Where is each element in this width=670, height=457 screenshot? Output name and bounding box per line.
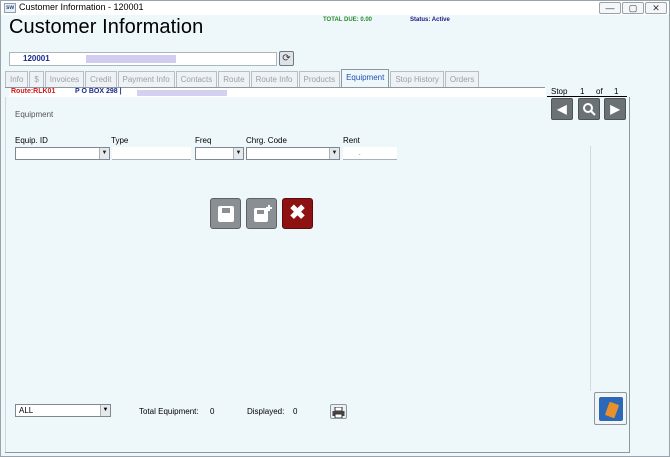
arrow-left-icon: ◀ xyxy=(557,102,567,116)
notes-button[interactable] xyxy=(594,392,627,425)
charge-code-label: Chrg. Code xyxy=(246,136,287,145)
tab-payment-info[interactable]: Payment Info xyxy=(117,71,175,87)
route-code: Route:RLK01 xyxy=(11,88,56,95)
tab-info[interactable]: Info xyxy=(5,71,29,87)
equip-id-label: Equip. ID xyxy=(15,136,48,145)
previous-stop-button[interactable]: ◀ xyxy=(551,98,573,120)
tab-bar: Info $ Invoices Credit Payment Info Cont… xyxy=(5,69,480,88)
tab-balance[interactable]: $ xyxy=(29,71,44,87)
route-address: P O BOX 298 | xyxy=(75,88,122,95)
status-badge: Status: Active xyxy=(410,17,450,23)
side-divider xyxy=(590,146,591,391)
customer-information-window: sw Customer Information - 120001 — ▢ ✕ C… xyxy=(0,0,670,457)
next-stop-button[interactable]: ▶ xyxy=(604,98,626,120)
equipment-filter-select[interactable]: ALL ▼ xyxy=(15,404,111,417)
chevron-down-icon: ▼ xyxy=(329,148,339,159)
refresh-button[interactable]: ⟳ xyxy=(279,51,294,66)
type-label: Type xyxy=(111,136,129,145)
total-due: TOTAL DUE: 0.00 xyxy=(323,17,373,23)
maximize-button[interactable]: ▢ xyxy=(622,2,644,14)
stop-of-label: of xyxy=(596,87,603,96)
rent-field[interactable] xyxy=(343,147,397,160)
tab-orders[interactable]: Orders xyxy=(444,71,480,87)
find-stop-button[interactable] xyxy=(578,98,600,120)
panel-right-border xyxy=(629,97,630,453)
close-button[interactable]: ✕ xyxy=(645,2,667,14)
chevron-down-icon: ▼ xyxy=(99,148,109,159)
stop-underline xyxy=(547,96,627,97)
tab-invoices[interactable]: Invoices xyxy=(44,71,85,87)
tag-icon-shape xyxy=(604,401,620,419)
floppy-disk-icon xyxy=(218,206,234,222)
delete-button[interactable]: ✖ xyxy=(282,198,313,229)
panel-left-border xyxy=(5,97,6,453)
customer-selector[interactable]: 120001 xyxy=(9,52,277,66)
minimize-button[interactable]: — xyxy=(599,2,621,14)
refresh-icon: ⟳ xyxy=(282,53,291,64)
tab-equipment[interactable]: Equipment xyxy=(341,69,390,87)
page-title: Customer Information xyxy=(9,16,204,38)
arrow-right-icon: ▶ xyxy=(610,102,620,116)
filter-value: ALL xyxy=(19,406,34,415)
panel-bottom-border xyxy=(5,452,630,453)
section-title: Equipment xyxy=(15,110,54,119)
customer-name-redacted xyxy=(86,55,176,63)
freq-select[interactable]: ▼ xyxy=(195,147,244,160)
rent-label: Rent xyxy=(343,136,360,145)
title-bar: sw Customer Information - 120001 — ▢ ✕ xyxy=(1,1,669,15)
equip-id-select[interactable]: ▼ xyxy=(15,147,110,160)
tab-route-info[interactable]: Route Info xyxy=(250,71,298,87)
app-icon: sw xyxy=(4,3,16,13)
stop-label: Stop xyxy=(551,87,568,96)
displayed-label: Displayed: xyxy=(247,407,285,416)
stop-total: 1 xyxy=(614,87,619,96)
charge-code-select[interactable]: ▼ xyxy=(246,147,340,160)
tab-contacts[interactable]: Contacts xyxy=(175,71,218,87)
freq-label: Freq xyxy=(195,136,212,145)
search-icon xyxy=(583,103,596,116)
total-equipment-label: Total Equipment: xyxy=(139,407,199,416)
route-address-redacted xyxy=(137,90,227,96)
chevron-down-icon: ▼ xyxy=(100,405,110,416)
tag-icon xyxy=(599,397,623,421)
customer-id: 120001 xyxy=(23,54,50,63)
stop-current: 1 xyxy=(580,87,585,96)
printer-icon xyxy=(332,406,345,419)
window-title: Customer Information - 120001 xyxy=(19,2,144,12)
save-button[interactable] xyxy=(210,198,241,229)
add-equipment-button[interactable] xyxy=(246,198,277,229)
rent-value: . xyxy=(359,151,361,157)
print-button[interactable] xyxy=(330,404,347,419)
type-field[interactable] xyxy=(112,147,191,160)
chevron-down-icon: ▼ xyxy=(233,148,243,159)
route-strip: Route:RLK01 P O BOX 298 | xyxy=(9,88,546,97)
tab-products[interactable]: Products xyxy=(298,71,341,87)
tab-credit[interactable]: Credit xyxy=(85,71,117,87)
tab-route[interactable]: Route xyxy=(218,71,250,87)
add-record-icon xyxy=(254,205,272,222)
tab-stop-history[interactable]: Stop History xyxy=(390,71,444,87)
total-equipment-value: 0 xyxy=(210,407,215,416)
displayed-value: 0 xyxy=(293,407,298,416)
close-icon: ✖ xyxy=(289,202,306,224)
